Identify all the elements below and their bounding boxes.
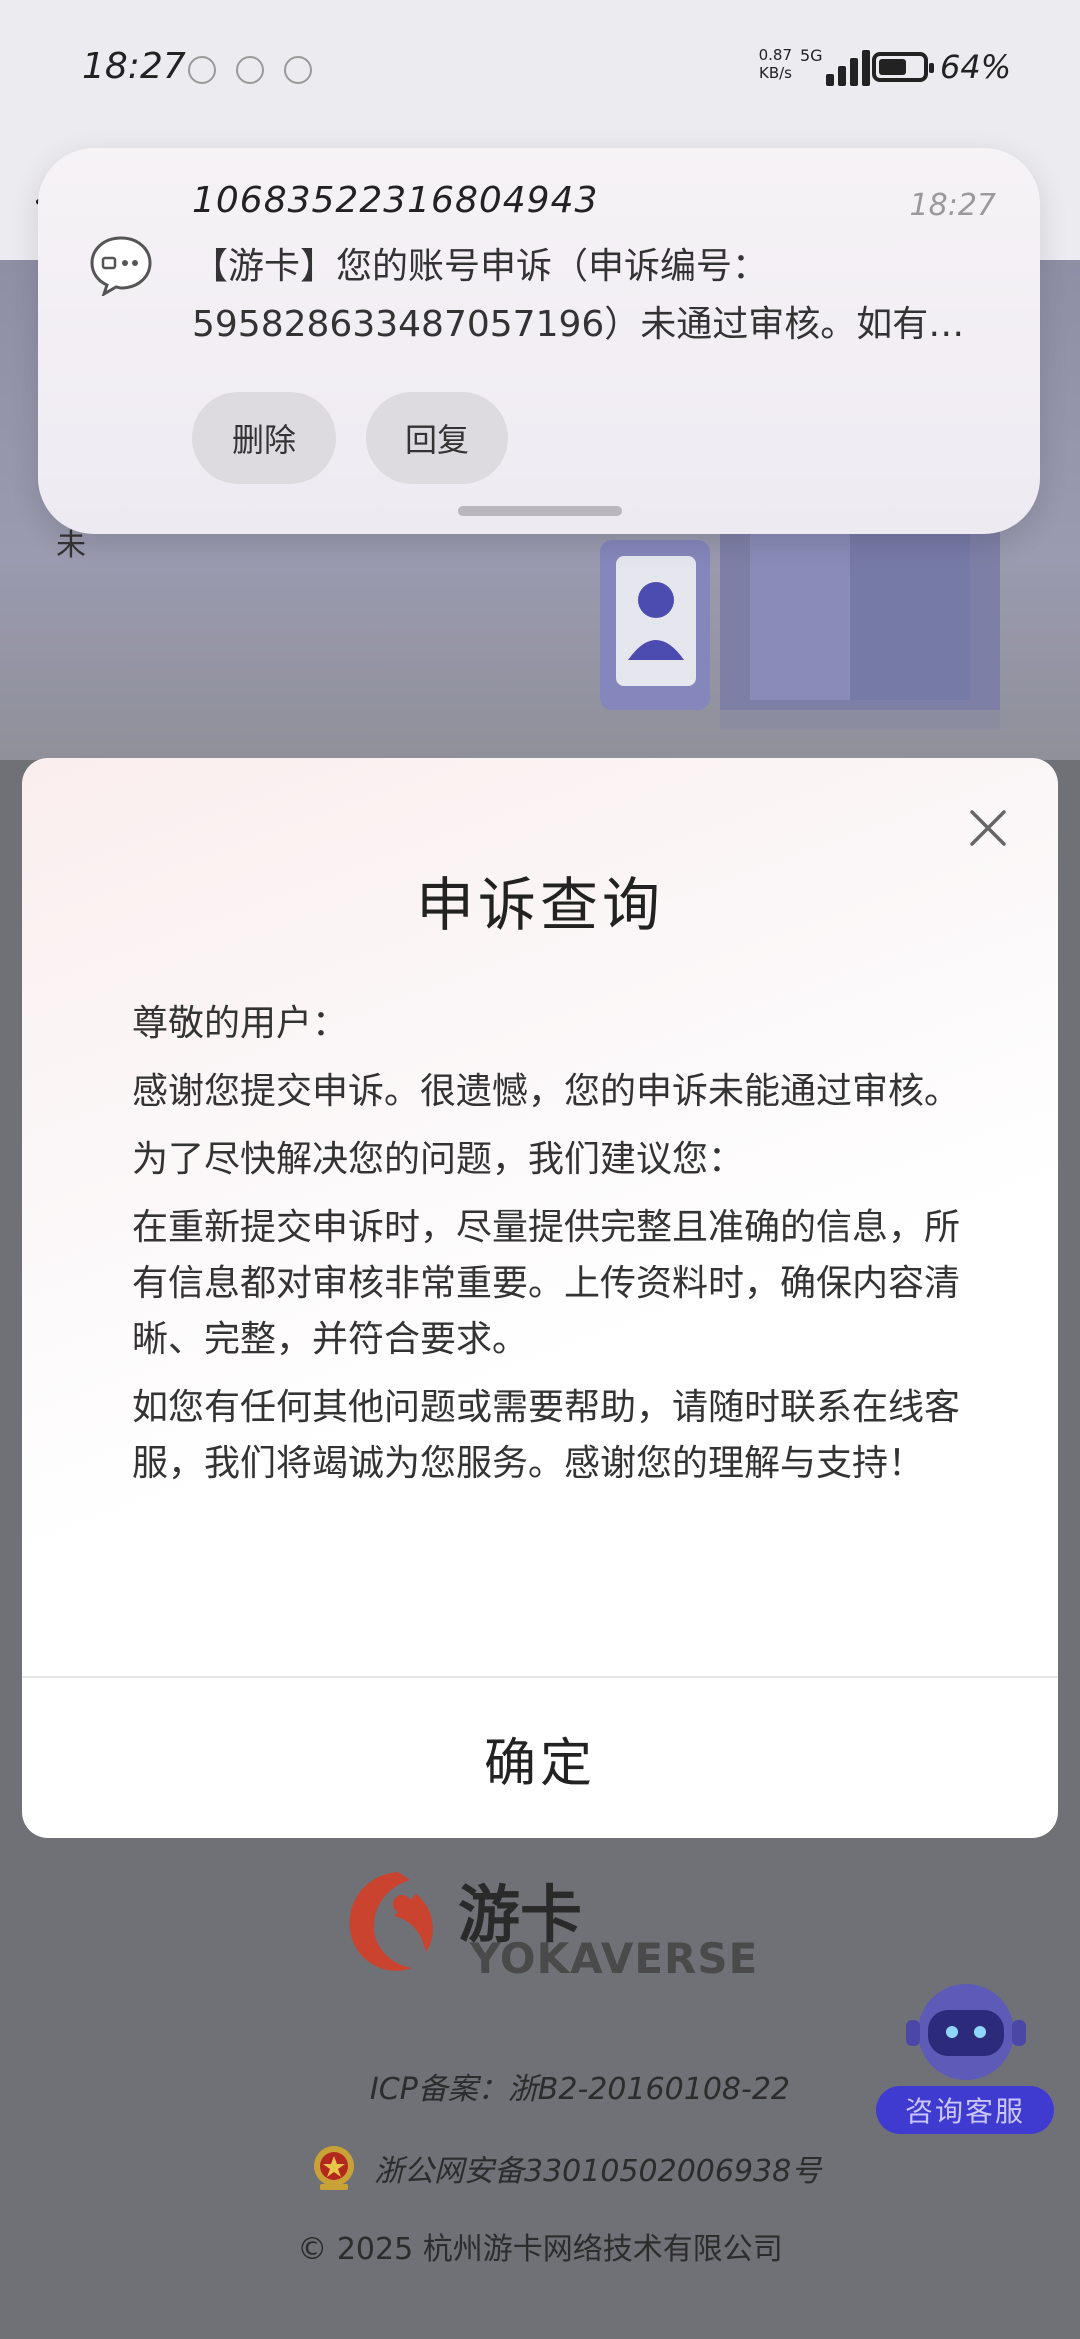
drag-handle[interactable] — [458, 506, 622, 516]
dialog-paragraph: 感谢您提交申诉。很遗憾，您的申诉未能通过审核。 — [132, 1071, 961, 1112]
battery-fill — [879, 59, 906, 75]
notification-dot-icon — [284, 56, 312, 84]
network-type: 5G — [800, 46, 823, 65]
screen: ‹ 未 18:27 0.87 KB/s 5G 64% — [0, 0, 1080, 2339]
notification-time: 18:27 — [909, 188, 996, 223]
close-icon[interactable] — [968, 808, 1008, 848]
robot-icon — [906, 1984, 1026, 2080]
battery-icon — [872, 52, 934, 82]
police-record-text: 浙公网安备33010502006938号 — [374, 2154, 822, 2189]
notification-dot-icon — [188, 56, 216, 84]
network-speed-unit: KB/s — [759, 64, 792, 82]
network-speed-value: 0.87 — [758, 46, 792, 64]
reply-button[interactable]: 回复 — [366, 392, 508, 484]
support-bot-label: 咨询客服 — [876, 2086, 1054, 2134]
brand-name-en: YOKAVERSE — [470, 1934, 759, 1983]
support-bot-button[interactable]: 咨询客服 — [876, 1976, 1056, 2136]
copyright: © 2025 杭州游卡网络技术有限公司 — [297, 2232, 783, 2267]
battery-percent: 64% — [940, 48, 1012, 86]
appeal-query-dialog: 申诉查询 尊敬的用户： 感谢您提交申诉。很遗憾，您的申诉未能通过审核。 为了尽快… — [22, 758, 1058, 1838]
notification-body: 【游卡】您的账号申诉（申诉编号：595828633487057196）未通过审核… — [192, 246, 965, 345]
yokaverse-logo: 游卡 YOKAVERSE — [338, 1864, 757, 1984]
signal-icon — [826, 50, 870, 86]
dialog-paragraph: 如您有任何其他问题或需要帮助，请随时联系在线客服，我们将竭诚为您服务。感谢您的理… — [132, 1387, 961, 1484]
network-speed: 0.87 KB/s — [752, 46, 792, 82]
hero-illustration — [600, 500, 1000, 730]
dialog-paragraph: 尊敬的用户： — [132, 1003, 349, 1044]
status-time: 18:27 — [82, 46, 186, 87]
dialog-paragraph: 为了尽快解决您的问题，我们建议您： — [132, 1139, 745, 1180]
message-bubble-icon — [90, 236, 152, 296]
status-bar: 18:27 0.87 KB/s 5G 64% — [0, 0, 1080, 140]
sms-notification[interactable]: 10683522316804943 18:27 【游卡】您的账号申诉（申诉编号：… — [38, 148, 1040, 534]
logo-mark-icon — [349, 1872, 433, 1971]
confirm-button[interactable]: 确定 — [22, 1678, 1058, 1838]
police-record[interactable]: 浙公网安备33010502006938号 — [310, 2140, 821, 2196]
dialog-paragraph: 在重新提交申诉时，尽量提供完整且准确的信息，所有信息都对审核非常重要。上传资料时… — [132, 1207, 961, 1360]
notification-dot-icon — [236, 56, 264, 84]
notification-sender: 10683522316804943 — [192, 180, 599, 221]
police-emblem-icon — [314, 2146, 354, 2190]
status-notification-icons — [188, 56, 312, 84]
dialog-content: 尊敬的用户： 感谢您提交申诉。很遗憾，您的申诉未能通过审核。 为了尽快解决您的问… — [132, 996, 962, 1504]
dialog-title: 申诉查询 — [415, 871, 664, 939]
icp-record-link[interactable]: ICP备案：浙B2-20160108-22 — [0, 2064, 790, 2108]
delete-button[interactable]: 删除 — [192, 392, 336, 484]
